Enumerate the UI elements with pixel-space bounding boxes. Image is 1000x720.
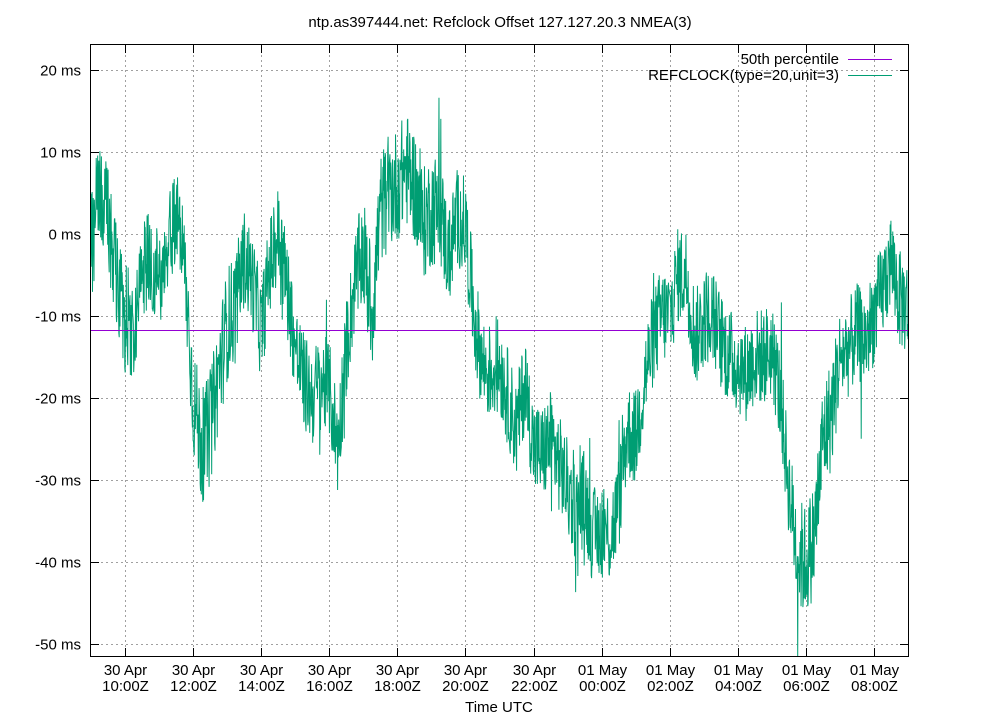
- x-tick-label: 04:00Z: [715, 678, 762, 695]
- y-tick-label: 20 ms: [40, 63, 81, 80]
- y-tick-label: -30 ms: [35, 473, 81, 490]
- legend: 50th percentileREFCLOCK(type=20,unit=3): [648, 51, 892, 84]
- x-tick-label: 01 May: [850, 662, 900, 679]
- x-tick-label: 30 Apr: [240, 662, 283, 679]
- x-axis-label: Time UTC: [465, 699, 533, 716]
- y-tick-label: -10 ms: [35, 309, 81, 326]
- x-tick-label: 30 Apr: [172, 662, 215, 679]
- legend-label: 50th percentile: [741, 51, 839, 68]
- x-tick-label: 12:00Z: [170, 678, 217, 695]
- x-tick-label: 08:00Z: [851, 678, 898, 695]
- y-tick-label: -40 ms: [35, 555, 81, 572]
- refclock-line: [90, 97, 909, 657]
- x-tick-label: 30 Apr: [444, 662, 487, 679]
- x-tick-label: 00:00Z: [579, 678, 626, 695]
- x-tick-label: 30 Apr: [513, 662, 556, 679]
- x-tick-label: 01 May: [714, 662, 764, 679]
- offset-chart: ntp.as397444.net: Refclock Offset 127.12…: [35, 14, 909, 716]
- x-tick-label: 06:00Z: [783, 678, 830, 695]
- x-tick-label: 01 May: [578, 662, 628, 679]
- x-tick-label: 22:00Z: [511, 678, 558, 695]
- x-tick-label: 14:00Z: [238, 678, 285, 695]
- x-tick-label: 02:00Z: [647, 678, 694, 695]
- legend-label: REFCLOCK(type=20,unit=3): [648, 67, 839, 84]
- y-tick-label: -50 ms: [35, 637, 81, 654]
- x-tick-label: 20:00Z: [442, 678, 489, 695]
- x-tick-label: 01 May: [782, 662, 832, 679]
- x-tick-label: 30 Apr: [376, 662, 419, 679]
- y-tick-label: 0 ms: [48, 227, 81, 244]
- x-tick-label: 01 May: [646, 662, 696, 679]
- x-tick-label: 18:00Z: [374, 678, 421, 695]
- y-tick-label: 10 ms: [40, 145, 81, 162]
- x-tick-label: 10:00Z: [102, 678, 149, 695]
- refclock-series: [90, 97, 909, 657]
- x-tick-label: 30 Apr: [104, 662, 147, 679]
- chart-title: ntp.as397444.net: Refclock Offset 127.12…: [308, 14, 691, 31]
- x-tick-label: 16:00Z: [306, 678, 353, 695]
- x-tick-label: 30 Apr: [308, 662, 351, 679]
- y-tick-label: -20 ms: [35, 391, 81, 408]
